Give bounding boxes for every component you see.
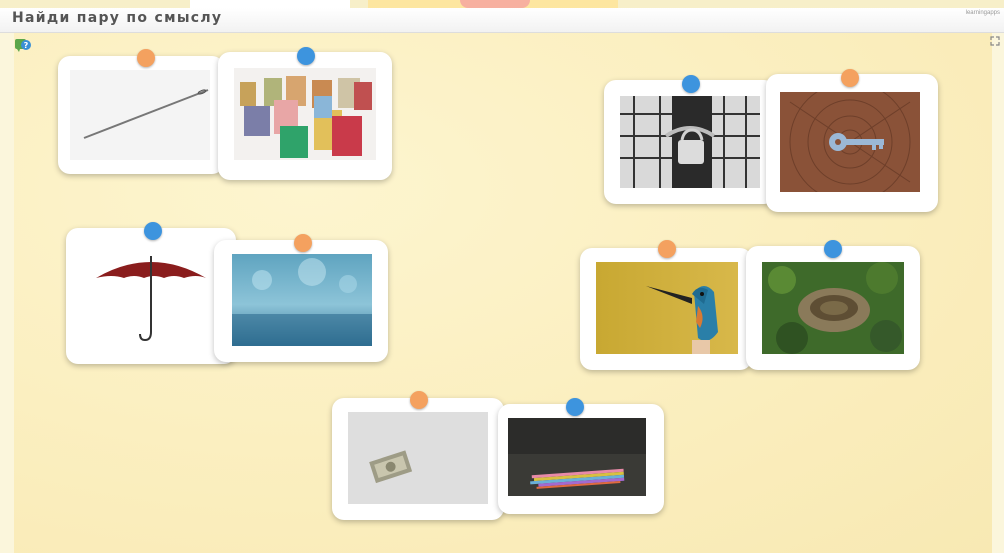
- card-umbrella[interactable]: [66, 222, 236, 364]
- fullscreen-icon[interactable]: [990, 36, 1000, 46]
- umbrella-image: [84, 242, 218, 350]
- card-rain[interactable]: [214, 234, 388, 362]
- nest-image: [762, 262, 904, 354]
- card-thread-spools[interactable]: [218, 47, 392, 180]
- pin-blue: [566, 398, 584, 416]
- card-key[interactable]: [766, 69, 938, 212]
- pin-blue: [824, 240, 842, 258]
- page-title: Найди пару по смыслу: [12, 10, 223, 26]
- card-needle[interactable]: [58, 49, 224, 174]
- needle-image: [70, 70, 210, 160]
- card-money[interactable]: [332, 391, 504, 520]
- money-image: [348, 412, 488, 504]
- pin-orange: [137, 49, 155, 67]
- card-pencils[interactable]: [498, 398, 664, 514]
- pin-orange: [294, 234, 312, 252]
- thread-spools-image: [234, 68, 376, 160]
- pin-blue: [682, 75, 700, 93]
- corner-link[interactable]: learningapps: [966, 10, 1000, 16]
- bird-image: [596, 262, 738, 354]
- card-bird[interactable]: [580, 240, 752, 370]
- card-padlock[interactable]: [604, 75, 776, 204]
- pin-orange: [658, 240, 676, 258]
- pencils-image: [508, 418, 646, 496]
- title-bar: Найди пару по смыслу learningapps: [0, 8, 1004, 33]
- help-icon[interactable]: ?: [14, 36, 32, 54]
- pin-blue: [297, 47, 315, 65]
- pin-orange: [410, 391, 428, 409]
- pin-orange: [841, 69, 859, 87]
- top-strip: [0, 0, 1004, 8]
- padlock-image: [620, 96, 760, 188]
- rain-image: [232, 254, 372, 346]
- key-image: [780, 92, 920, 192]
- svg-text:?: ?: [24, 41, 29, 50]
- card-nest[interactable]: [746, 240, 920, 370]
- pin-blue: [144, 222, 162, 240]
